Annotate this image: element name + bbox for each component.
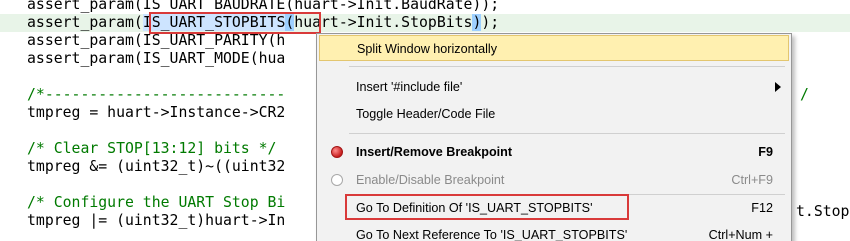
code-text: /* Configure the UART Stop Bi: [27, 194, 286, 211]
menu-item-shortcut: Ctrl+F9: [731, 173, 773, 187]
matching-paren: (: [285, 14, 295, 31]
code-text: assert_param(: [27, 14, 143, 31]
menu-item-enable-disable-breakpoint[interactable]: Enable/Disable Breakpoint Ctrl+F9: [319, 167, 789, 193]
code-text: /* Clear STOP[13:12] bits */: [27, 140, 277, 157]
menu-item-split-window[interactable]: Split Window horizontally: [319, 35, 789, 61]
menu-item-label: Insert/Remove Breakpoint: [356, 145, 513, 159]
menu-item-label: Go To Definition Of 'IS_UART_STOPBITS': [356, 201, 593, 215]
breakpoint-active-icon: [331, 146, 343, 158]
code-text: tmpreg |= (uint32_t)huart->In: [27, 212, 286, 229]
menu-item-shortcut: Ctrl+Num +: [708, 228, 773, 241]
code-text: huart->Init.StopBits: [294, 14, 473, 31]
menu-item-go-to-next-reference[interactable]: Go To Next Reference To 'IS_UART_STOPBIT…: [319, 222, 789, 241]
code-line-current[interactable]: assert_param(IS_UART_STOPBITS(huart->Ini…: [0, 14, 850, 32]
menu-item-insert-remove-breakpoint[interactable]: Insert/Remove Breakpoint F9: [319, 139, 789, 165]
menu-item-go-to-definition[interactable]: Go To Definition Of 'IS_UART_STOPBITS' F…: [319, 195, 789, 221]
menu-item-label: Go To Next Reference To 'IS_UART_STOPBIT…: [356, 228, 628, 241]
menu-item-shortcut: F12: [751, 201, 773, 215]
menu-item-toggle-header[interactable]: Toggle Header/Code File: [319, 101, 789, 127]
menu-item-label: Toggle Header/Code File: [356, 107, 496, 121]
code-text: );: [481, 14, 500, 31]
code-text: assert_param(IS_UART_PARITY(h: [27, 32, 286, 49]
context-menu: Split Window horizontally Insert '#inclu…: [316, 33, 792, 241]
menu-item-label: Insert '#include file': [356, 80, 463, 94]
code-text: tmpreg &= (uint32_t)~((uint32: [27, 158, 286, 175]
menu-item-label: Split Window horizontally: [357, 42, 497, 56]
code-text: /*---------------------------: [27, 86, 295, 103]
menu-separator: [349, 133, 785, 134]
menu-item-shortcut: F9: [758, 145, 773, 159]
menu-item-insert-include[interactable]: Insert '#include file': [319, 74, 789, 100]
code-text: assert_param(IS_UART_MODE(hua: [27, 50, 286, 67]
submenu-arrow-icon: [775, 82, 781, 92]
code-line[interactable]: assert_param(IS_UART_BAUDRATE(huart->Ini…: [0, 0, 850, 14]
code-text: assert_param(IS_UART_BAUDRATE(huart->Ini…: [27, 0, 500, 13]
breakpoint-disabled-icon: [331, 174, 343, 186]
menu-item-label: Enable/Disable Breakpoint: [356, 173, 505, 187]
code-tail-comment: /: [800, 86, 809, 103]
menu-separator: [349, 66, 785, 67]
code-text: tmpreg = huart->Instance->CR2: [27, 104, 286, 121]
code-tail: t.Stop: [796, 203, 850, 220]
selected-identifier[interactable]: IS_UART_STOPBITS: [142, 14, 286, 31]
